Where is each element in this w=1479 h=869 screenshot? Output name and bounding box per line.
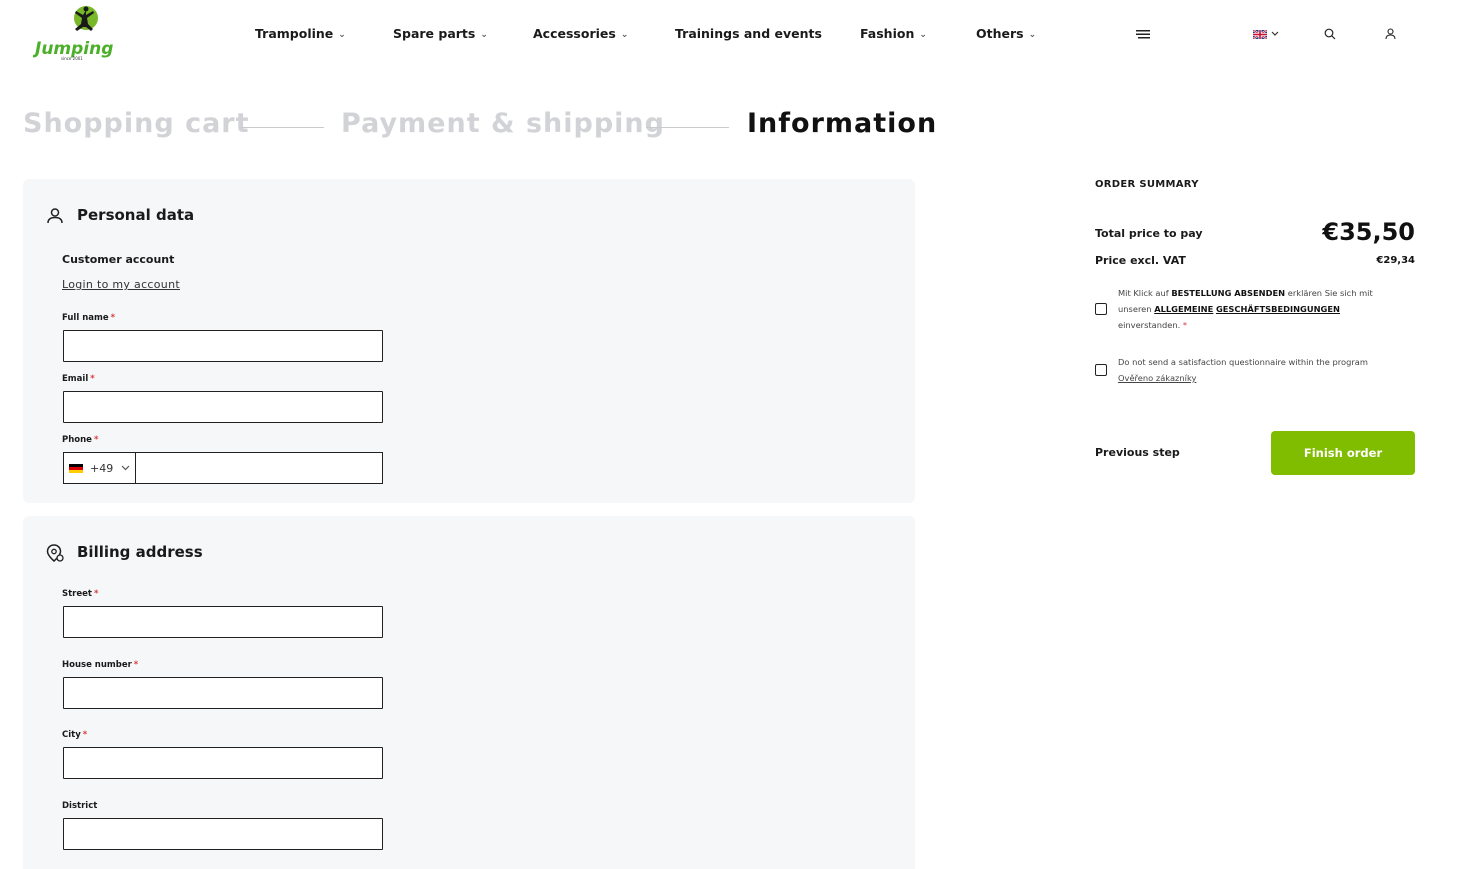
- phone-input[interactable]: [135, 452, 383, 484]
- nav-fashion[interactable]: Fashion ⌄: [860, 26, 927, 41]
- nav-label: Trainings and events: [675, 26, 822, 41]
- step-divider: [646, 127, 729, 128]
- phone-country-select[interactable]: +49: [63, 452, 136, 484]
- nav-label: Spare parts: [393, 26, 476, 41]
- customer-account-heading: Customer account: [62, 253, 175, 266]
- house-number-label: House number *: [62, 660, 139, 670]
- step-divider: [241, 127, 324, 128]
- terms-link[interactable]: GESCHÄFTSBEDINGUNGEN: [1216, 304, 1340, 314]
- total-price-value: €35,50: [1322, 218, 1415, 246]
- billing-address-title: Billing address: [77, 543, 203, 561]
- nav-label: Trampoline: [255, 26, 334, 41]
- phone-prefix-value: +49: [90, 461, 114, 475]
- user-icon[interactable]: [1380, 24, 1400, 44]
- terms-consent-text: Mit Klick auf BESTELLUNG ABSENDEN erklär…: [1118, 288, 1373, 330]
- chevron-down-icon: ⌄: [919, 30, 927, 40]
- phone-label: Phone *: [62, 435, 99, 445]
- person-icon: [47, 208, 63, 224]
- street-input[interactable]: [63, 606, 383, 638]
- full-name-input[interactable]: [63, 330, 383, 362]
- questionnaire-checkbox[interactable]: [1095, 364, 1107, 376]
- nav-label: Others: [976, 26, 1024, 41]
- svg-text:since 2001: since 2001: [61, 56, 83, 61]
- terms-checkbox[interactable]: [1095, 303, 1107, 315]
- district-input[interactable]: [63, 818, 383, 850]
- nav-trainings-events[interactable]: Trainings and events: [675, 26, 822, 41]
- step-shopping-cart[interactable]: Shopping cart: [23, 108, 250, 139]
- chevron-down-icon: ⌄: [338, 30, 346, 40]
- nav-trampoline[interactable]: Trampoline ⌄: [255, 26, 346, 41]
- chevron-down-icon: ⌄: [480, 30, 488, 40]
- nav-accessories[interactable]: Accessories ⌄: [533, 26, 628, 41]
- previous-step-link[interactable]: Previous step: [1095, 446, 1180, 459]
- nav-label: Accessories: [533, 26, 616, 41]
- chevron-down-icon: [1271, 31, 1279, 36]
- house-number-input[interactable]: [63, 677, 383, 709]
- search-icon[interactable]: [1320, 24, 1340, 44]
- nav-spare-parts[interactable]: Spare parts ⌄: [393, 26, 488, 41]
- nav-label: Fashion: [860, 26, 915, 41]
- email-input[interactable]: [63, 391, 383, 423]
- district-label: District: [62, 801, 98, 811]
- price-excl-vat-label: Price excl. VAT: [1095, 254, 1186, 267]
- overeno-zakazniky-link[interactable]: Ověřeno zákazníky: [1118, 373, 1196, 383]
- germany-flag-icon: [69, 463, 83, 473]
- jumping-logo[interactable]: Jumping since 2001: [32, 4, 121, 62]
- total-price-label: Total price to pay: [1095, 227, 1203, 240]
- step-information: Information: [747, 108, 938, 139]
- email-label: Email *: [62, 374, 95, 384]
- price-excl-vat-value: €29,34: [1376, 255, 1415, 266]
- city-input[interactable]: [63, 747, 383, 779]
- questionnaire-text: Do not send a satisfaction questionnaire…: [1118, 357, 1368, 383]
- language-selector[interactable]: [1250, 24, 1282, 44]
- nav-others[interactable]: Others ⌄: [976, 26, 1036, 41]
- personal-data-title: Personal data: [77, 206, 195, 224]
- menu-icon[interactable]: [1133, 24, 1153, 44]
- step-payment-shipping[interactable]: Payment & shipping: [341, 108, 665, 139]
- terms-link[interactable]: ALLGEMEINE: [1154, 304, 1213, 314]
- site-header: Jumping since 2001 Trampoline ⌄ Spare par…: [0, 0, 1479, 70]
- uk-flag-icon: [1253, 29, 1267, 39]
- order-summary-title: ORDER SUMMARY: [1095, 179, 1199, 190]
- city-label: City *: [62, 730, 88, 740]
- street-label: Street *: [62, 589, 99, 599]
- chevron-down-icon: [121, 465, 130, 471]
- location-pin-icon: [46, 544, 64, 562]
- finish-order-button[interactable]: Finish order: [1271, 431, 1415, 475]
- login-link[interactable]: Login to my account: [62, 278, 180, 291]
- chevron-down-icon: ⌄: [620, 30, 629, 40]
- chevron-down-icon: ⌄: [1028, 30, 1037, 40]
- full-name-label: Full name *: [62, 313, 116, 323]
